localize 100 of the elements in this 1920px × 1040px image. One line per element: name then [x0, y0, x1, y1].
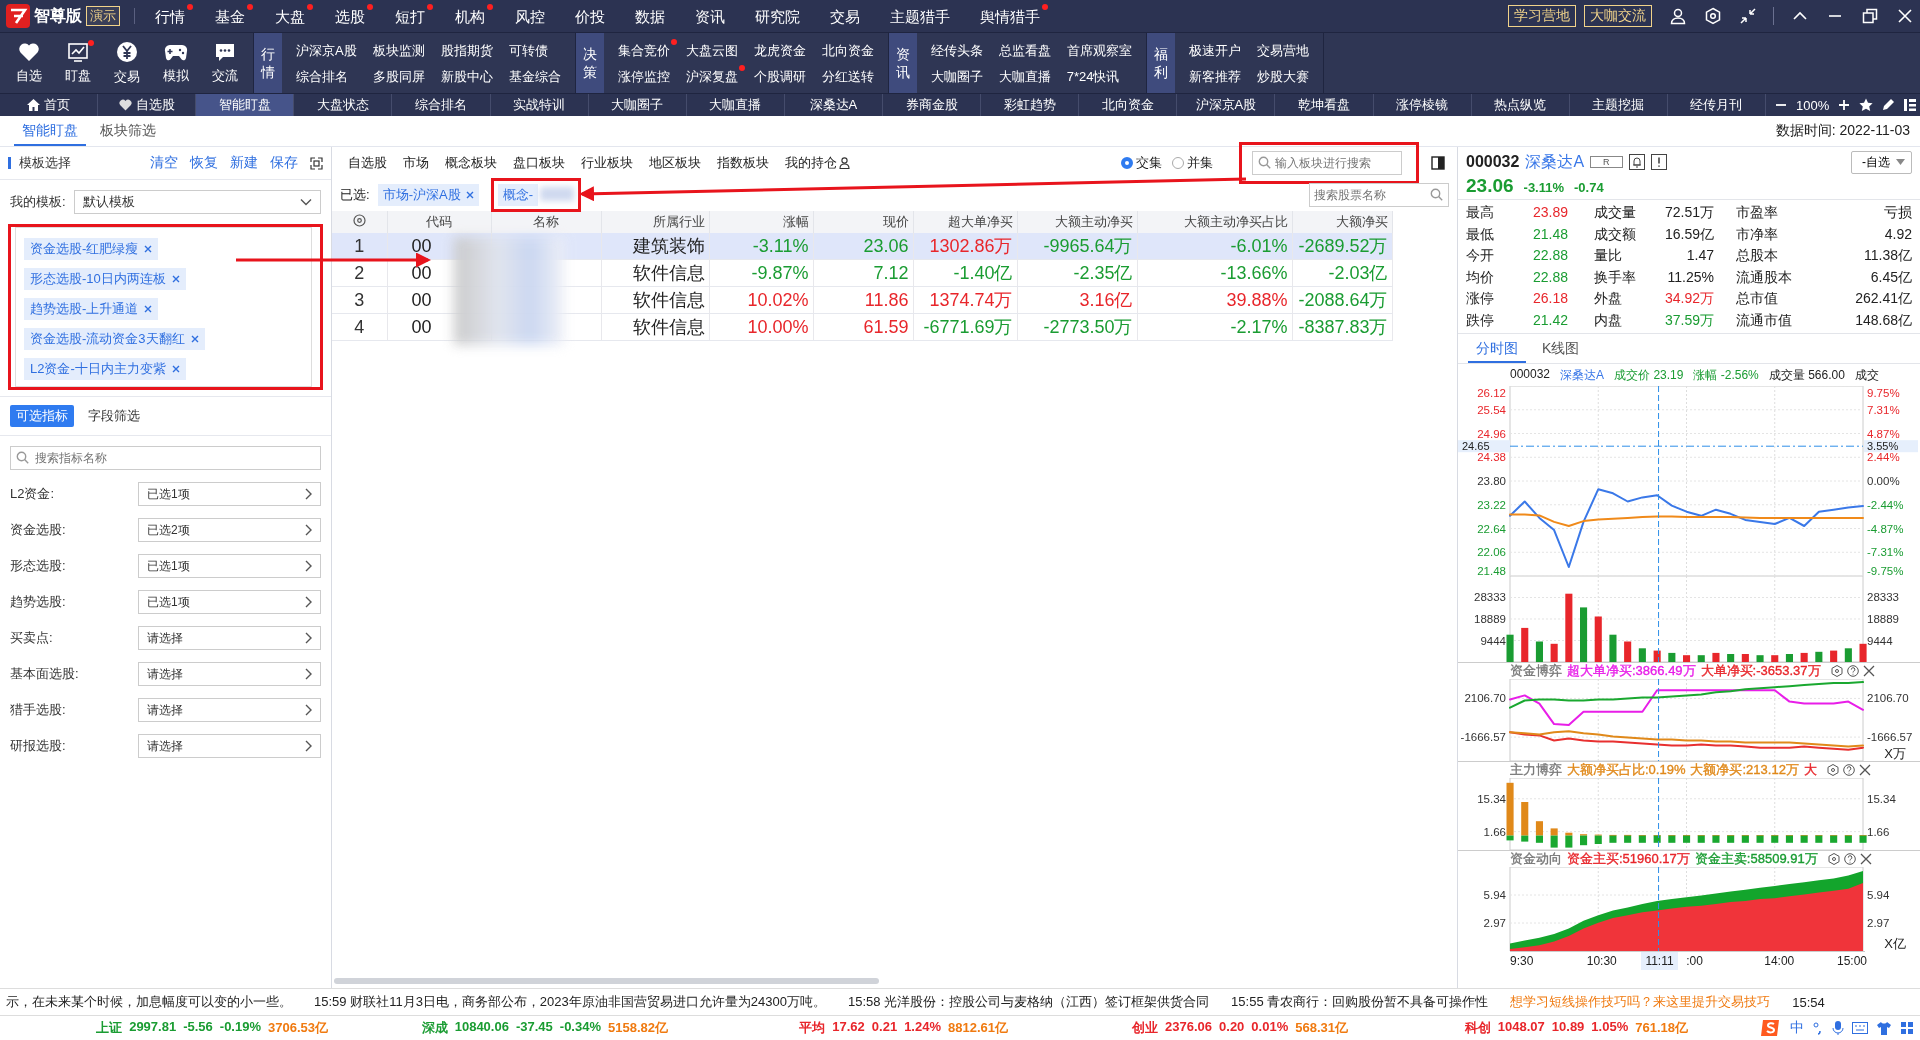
column-header[interactable]: 大额净买 [1292, 211, 1392, 233]
tab[interactable]: K线图 [1534, 338, 1588, 363]
toolbar-link[interactable]: 个股调研 [745, 65, 814, 87]
toolbar-link[interactable]: 交易营地 [1248, 39, 1317, 61]
column-header[interactable]: 代码 [387, 211, 491, 233]
tab[interactable]: 涨停棱镜 [1373, 94, 1472, 116]
hexagon-icon[interactable] [1826, 764, 1839, 776]
tab[interactable]: 板块筛选 [92, 122, 164, 146]
help-icon[interactable] [1842, 764, 1855, 776]
category-tab[interactable]: 我的持仓 [777, 154, 858, 172]
column-header[interactable]: 大额主动净买 [1017, 211, 1137, 233]
news-item[interactable]: 示，在未来某个时候，加息幅度可以变的小一些。 [6, 993, 292, 1011]
remove-icon[interactable] [144, 305, 153, 313]
toolbar-link[interactable]: 涨停监控 [609, 65, 678, 87]
toolbar-link[interactable]: 北向资金 [813, 39, 882, 61]
user-icon[interactable] [1669, 7, 1687, 25]
tab[interactable]: 综合排名 [392, 94, 491, 116]
toolbar-link[interactable]: 总监看盘 [990, 39, 1059, 61]
radio-option[interactable]: 交集 [1121, 154, 1162, 172]
toolbar-button[interactable]: 盯盘 [53, 33, 102, 93]
filter-select[interactable]: 请选择 [138, 698, 321, 722]
action-link[interactable]: 新建 [230, 154, 258, 172]
close-icon[interactable] [1862, 665, 1875, 677]
tab[interactable]: 热点纵览 [1471, 94, 1570, 116]
filter-select[interactable]: 已选1项 [138, 482, 321, 506]
shirt-icon[interactable] [1876, 1021, 1892, 1035]
menu-item[interactable]: 行情 [141, 3, 201, 29]
menu-item[interactable]: 舆情猎手 [966, 3, 1056, 29]
toolbar-link[interactable]: 可转债 [500, 39, 569, 61]
toolbar-link[interactable]: 集合竞价 [609, 39, 678, 61]
tab[interactable]: 分时图 [1468, 338, 1526, 363]
toolbar-link[interactable]: 大咖直播 [990, 65, 1059, 87]
toolbar-link[interactable]: 7*24快讯 [1058, 65, 1140, 87]
menu-item[interactable]: 交易 [816, 3, 876, 29]
close-icon[interactable] [1896, 7, 1914, 25]
menu-item[interactable]: 资讯 [681, 3, 741, 29]
category-tab[interactable]: 自选股 [340, 154, 395, 172]
toolbar-button[interactable]: 模拟 [151, 33, 200, 93]
remove-icon[interactable] [144, 245, 153, 253]
column-header[interactable]: 涨幅 [709, 211, 813, 233]
column-header[interactable]: 现价 [813, 211, 913, 233]
tab[interactable]: 大盘状态 [294, 94, 393, 116]
search-field[interactable]: 输入板块进行搜索 [1252, 151, 1402, 175]
menu-item[interactable]: 选股 [321, 3, 381, 29]
search-field[interactable]: 搜索股票名称 [1309, 183, 1449, 207]
expand-icon[interactable] [310, 156, 323, 170]
tab[interactable]: 沪深京A股 [1177, 94, 1276, 116]
filter-tag[interactable]: 形态选股-10日内两连板 [24, 268, 186, 290]
filter-tag[interactable]: L2资金-十日内主力变紫 [24, 358, 186, 380]
column-header[interactable]: 名称 [491, 211, 601, 233]
microphone-icon[interactable] [1832, 1020, 1844, 1036]
toolbar-link[interactable]: 龙虎资金 [745, 39, 814, 61]
help-icon[interactable] [1846, 665, 1859, 677]
toolbar-link[interactable]: 大盘云图 [677, 39, 746, 61]
tab[interactable]: 乾坤看盘 [1275, 94, 1374, 116]
toolbar-link[interactable]: 首席观察室 [1058, 39, 1140, 61]
header-button[interactable]: 大咖交流 [1584, 5, 1652, 27]
menu-item[interactable]: 基金 [201, 3, 261, 29]
toolbar-link[interactable]: 极速开户 [1180, 39, 1249, 61]
news-item[interactable]: 15:54 [1792, 994, 1825, 1010]
tab[interactable]: 字段筛选 [82, 405, 146, 427]
remove-icon[interactable] [171, 275, 180, 283]
tab[interactable]: 大咖圈子 [588, 94, 687, 116]
grid-icon[interactable] [1900, 1021, 1914, 1035]
header-button[interactable]: 学习营地 [1508, 5, 1576, 27]
help-icon[interactable] [1843, 853, 1856, 865]
tab[interactable]: 大咖直播 [686, 94, 785, 116]
toolbar-link[interactable]: 板块监测 [364, 39, 433, 61]
watchlist-button[interactable]: -自选 [1851, 150, 1912, 174]
hexagon-icon[interactable] [1827, 853, 1840, 865]
toolbar-link[interactable]: 经传头条 [922, 39, 991, 61]
remove-icon[interactable] [171, 365, 180, 373]
toolbar-button[interactable]: 交流 [200, 33, 249, 93]
action-link[interactable]: 清空 [150, 154, 178, 172]
toolbar-link[interactable]: 多股同屏 [364, 65, 433, 87]
tab[interactable]: 可选指标 [10, 405, 74, 427]
category-tab[interactable]: 行业板块 [573, 154, 641, 172]
close-icon[interactable] [1859, 853, 1872, 865]
ime-logo-icon[interactable] [1760, 1018, 1782, 1038]
menu-item[interactable]: 机构 [441, 3, 501, 29]
selected-tag[interactable]: 概念- [497, 184, 538, 206]
menu-item[interactable]: 短打 [381, 3, 441, 29]
toolbar-link[interactable]: 基金综合 [500, 65, 569, 87]
layout-icon[interactable] [1903, 98, 1918, 112]
toolbar-link[interactable]: 炒股大赛 [1248, 65, 1317, 87]
tab[interactable]: 首页 [0, 94, 99, 116]
filter-tag[interactable]: 资金选股-流动资金3天翻红 [24, 328, 205, 350]
tab[interactable]: 深桑达A [784, 94, 883, 116]
pencil-icon[interactable] [1881, 98, 1896, 112]
ime-mode[interactable]: 中 [1790, 1019, 1804, 1037]
restore-icon[interactable] [1861, 7, 1879, 25]
toolbar-link[interactable]: 新股中心 [432, 65, 501, 87]
remove-icon[interactable] [190, 335, 199, 343]
category-tab[interactable]: 指数板块 [709, 154, 777, 172]
filter-select[interactable]: 已选2项 [138, 518, 321, 542]
category-tab[interactable]: 市场 [395, 154, 437, 172]
tab[interactable]: 北向资金 [1079, 94, 1178, 116]
toolbar-link[interactable]: 沪深复盘 [677, 65, 746, 87]
toolbar-link[interactable]: 股指期货 [432, 39, 501, 61]
hexagon-icon[interactable] [1830, 665, 1843, 677]
